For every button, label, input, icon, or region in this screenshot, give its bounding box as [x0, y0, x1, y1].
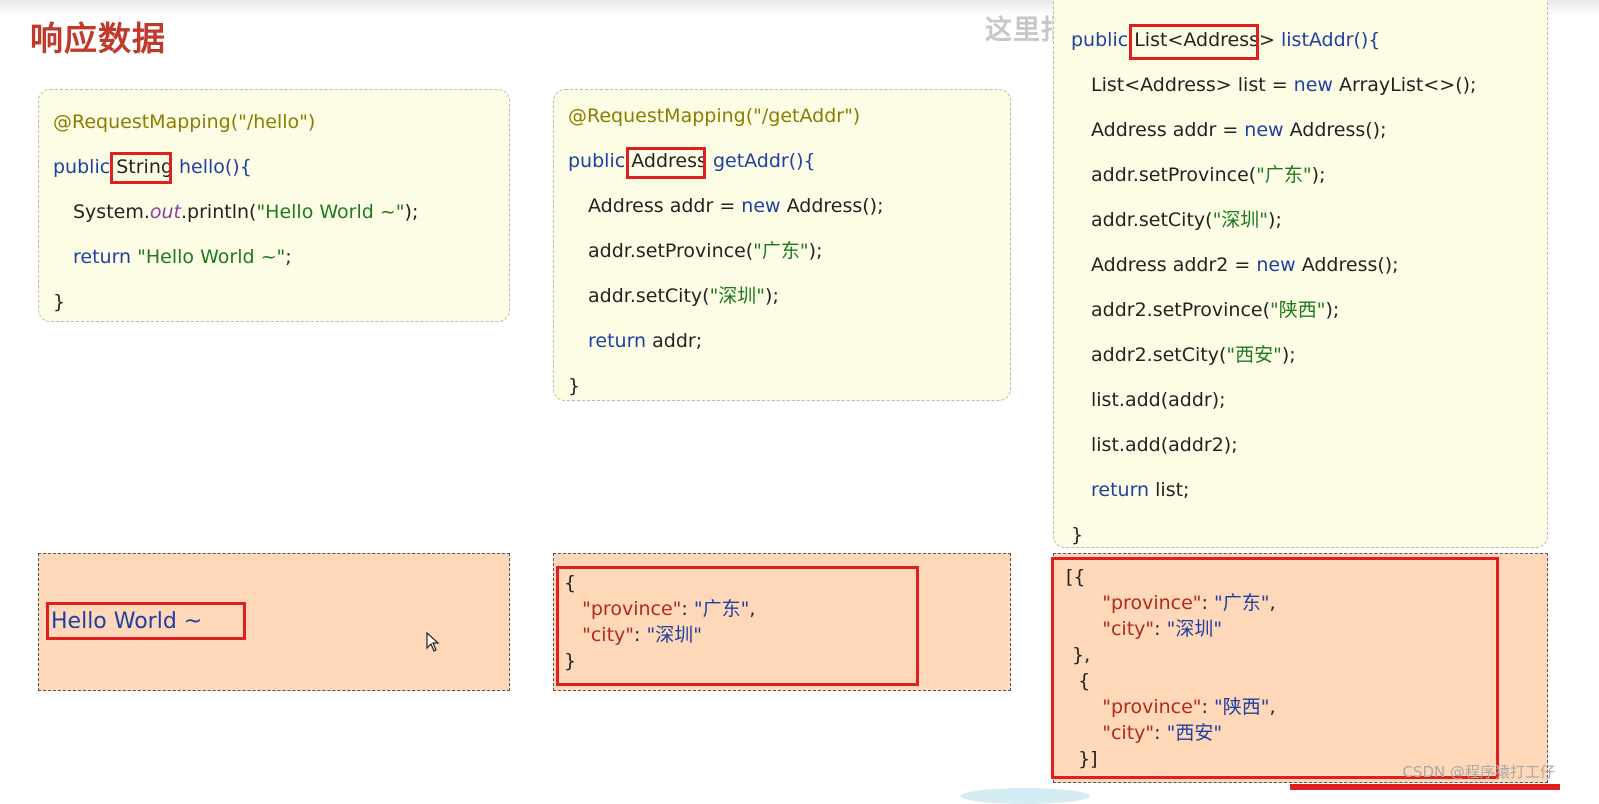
code-line: return list; [1091, 479, 1190, 501]
method-signature: getAddr(){ [712, 150, 816, 172]
code-line: return addr; [588, 330, 703, 352]
watermark: CSDN @程序猿打工仔 [1402, 763, 1555, 781]
highlight-response-getaddr [556, 566, 919, 686]
code-line: System.out.println("Hello World ~"); [73, 201, 419, 223]
code-line: list.add(addr2); [1091, 434, 1238, 456]
method-signature: listAddr(){ [1280, 29, 1381, 51]
code-line: List<Address> list = new ArrayList<>(); [1091, 74, 1477, 96]
highlight-return-type-string [110, 152, 172, 184]
highlight-response-listaddr [1051, 557, 1499, 779]
code-line: list.add(addr); [1091, 389, 1226, 411]
highlight-response-hello [46, 602, 246, 640]
page-title: 响应数据 [30, 19, 166, 58]
code-line: Address addr2 = new Address(); [1091, 254, 1399, 276]
modifier: public [53, 156, 111, 178]
code-line: addr2.setProvince("陕西"); [1091, 299, 1340, 321]
highlight-return-type-list [1129, 24, 1259, 60]
code-panel-getaddr: @RequestMapping("/getAddr") public Addre… [553, 89, 1011, 401]
closing-brace: } [568, 375, 581, 397]
modifier: public [568, 150, 626, 172]
code-panel-listaddr: public List<Address> listAddr(){ List<Ad… [1053, 0, 1548, 548]
annotation-line: @RequestMapping("/hello") [53, 111, 316, 133]
highlight-return-type-address [626, 147, 706, 179]
closing-brace: } [1071, 524, 1084, 546]
method-signature: hello(){ [178, 156, 252, 178]
annotation-line: @RequestMapping("/getAddr") [568, 105, 861, 127]
code-line: addr.setProvince("广东"); [588, 240, 823, 262]
closing-brace: } [53, 291, 66, 313]
modifier: public [1071, 29, 1129, 51]
code-line: Address addr = new Address(); [588, 195, 884, 217]
decorative-blob [960, 788, 1090, 804]
code-panel-hello: @RequestMapping("/hello") public String … [38, 89, 510, 322]
code-line: addr.setCity("深圳"); [588, 285, 779, 307]
code-line: return "Hello World ~"; [73, 246, 292, 268]
code-line: addr.setCity("深圳"); [1091, 209, 1282, 231]
mouse-cursor-icon [426, 632, 440, 652]
code-line: addr2.setCity("西安"); [1091, 344, 1296, 366]
code-line: Address addr = new Address(); [1091, 119, 1387, 141]
code-line: addr.setProvince("广东"); [1091, 164, 1326, 186]
red-edge-stub [1290, 784, 1560, 790]
